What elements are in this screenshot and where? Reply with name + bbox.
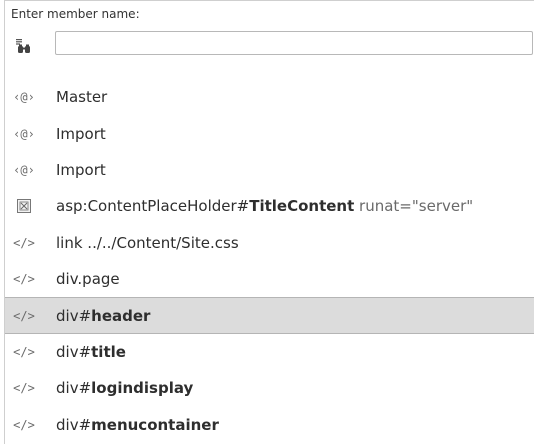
label-prefix: Import: [56, 124, 106, 143]
html-tag-icon: </>: [13, 272, 35, 287]
member-list-item-label: div#logindisplay: [56, 379, 193, 397]
label-id: logindisplay: [91, 379, 194, 398]
label-prefix: Import: [56, 160, 106, 179]
label-prefix: asp:ContentPlaceHolder#: [56, 197, 250, 216]
member-list-item[interactable]: </> div.page: [5, 261, 534, 297]
member-list-item[interactable]: </> link ../../Content/Site.css: [5, 225, 534, 261]
label-prefix: div.page: [56, 270, 120, 289]
label-prefix: div#: [56, 306, 92, 325]
member-name-prompt: Enter member name:: [11, 7, 140, 21]
html-tag-icon: </>: [13, 308, 35, 323]
label-attribute: runat="server": [354, 197, 474, 216]
member-navigation-popup: Enter member name: ‹@› Master ‹@› Import ‹@›…: [4, 0, 534, 444]
html-tag-icon: </>: [13, 381, 35, 396]
import-directive-icon: ‹@›: [13, 126, 35, 141]
member-list-item[interactable]: asp:ContentPlaceHolder#TitleContent runa…: [5, 188, 534, 224]
member-list-item[interactable]: </> div#title: [5, 334, 534, 370]
html-tag-icon: </>: [13, 344, 35, 359]
member-list-item-label: div.page: [56, 270, 120, 288]
label-id: title: [91, 342, 126, 361]
import-directive-icon: ‹@›: [13, 162, 35, 177]
label-prefix: div#: [56, 415, 92, 434]
label-prefix: Master: [56, 88, 108, 107]
label-id: menucontainer: [91, 415, 219, 434]
member-list-item[interactable]: ‹@› Import: [5, 115, 534, 151]
member-name-input[interactable]: [55, 31, 533, 55]
member-list-item[interactable]: ‹@› Import: [5, 152, 534, 188]
master-directive-icon: ‹@›: [13, 90, 35, 105]
label-prefix: div#: [56, 379, 92, 398]
search-row: [5, 29, 534, 63]
member-list-item-label: div#title: [56, 343, 126, 361]
member-list-item[interactable]: </> div#header: [5, 297, 534, 334]
binoculars-search-icon: [15, 38, 33, 54]
member-list-item-label: Import: [56, 125, 106, 143]
member-list-item-label: Master: [56, 88, 107, 106]
label-id: TitleContent: [249, 197, 355, 216]
member-list-item-label: Import: [56, 161, 106, 179]
member-list-item-label: div#header: [56, 307, 150, 325]
html-tag-icon: </>: [13, 235, 35, 250]
member-list: ‹@› Master ‹@› Import ‹@› Import asp:ContentPl…: [5, 79, 534, 443]
label-id: header: [91, 306, 151, 325]
member-list-item[interactable]: </> div#logindisplay: [5, 370, 534, 406]
html-tag-icon: </>: [13, 417, 35, 432]
label-prefix: link ../../Content/Site.css: [56, 233, 239, 252]
member-list-item[interactable]: ‹@› Master: [5, 79, 534, 115]
member-list-item-label: div#menucontainer: [56, 416, 219, 434]
server-control-icon: [12, 196, 36, 216]
label-prefix: div#: [56, 342, 92, 361]
member-list-item-label: asp:ContentPlaceHolder#TitleContent runa…: [56, 197, 473, 215]
member-list-item[interactable]: </> div#menucontainer: [5, 407, 534, 443]
member-list-item-label: link ../../Content/Site.css: [56, 234, 239, 252]
